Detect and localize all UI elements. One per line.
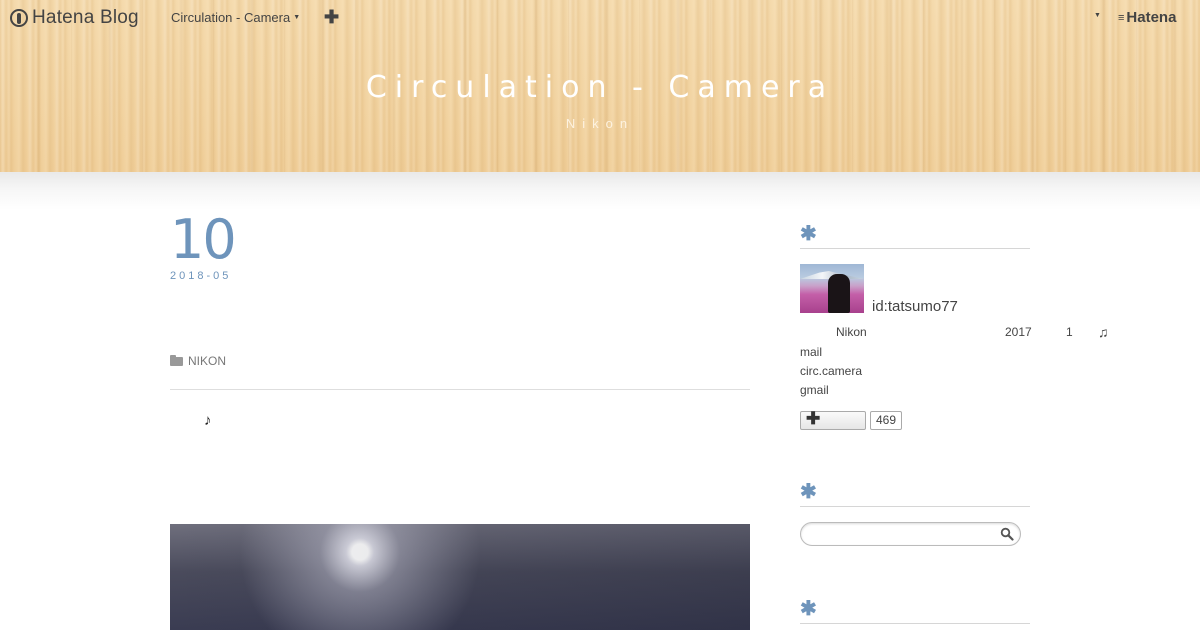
star-count[interactable]: 469 (870, 411, 903, 430)
header-shadow (0, 172, 1200, 210)
search-icon[interactable] (1000, 527, 1014, 541)
about-month: 1 (1066, 325, 1073, 339)
search-module-title: ✱ (800, 482, 1030, 507)
profile-id-link[interactable]: id:tatsumo77 (872, 298, 958, 315)
third-module-title: ✱ (800, 599, 1030, 624)
new-entry-button[interactable]: ✚ (324, 6, 339, 28)
entry-date-day[interactable]: 10 (170, 210, 237, 270)
hatena-logo-icon: ≡ (1118, 11, 1125, 24)
search-input[interactable] (811, 526, 995, 544)
category-label: NIKON (188, 354, 227, 368)
caret-down-icon: ▼ (293, 14, 301, 21)
about-year: 2017 (1005, 325, 1032, 339)
folder-icon (170, 354, 183, 366)
blog-title[interactable]: Circulation - Camera (0, 70, 1200, 105)
blog-switcher-label: Circulation - Camera (171, 10, 291, 25)
entry-category[interactable]: NIKON (170, 354, 226, 368)
profile-module-title: ✱ (800, 224, 1030, 249)
hatena-blog-logo-icon (10, 9, 28, 27)
about-note: ♫ (1098, 324, 1109, 340)
entry-date-year-month[interactable]: 2018-05 (170, 270, 231, 282)
hatena-blog-logo[interactable]: Hatena Blog (10, 7, 139, 29)
blog-description: Nikon (565, 116, 635, 131)
plus-icon: ✚ (806, 409, 821, 428)
entry-text: ♪ (204, 412, 212, 429)
entry-divider (170, 389, 750, 390)
avatar[interactable] (800, 264, 864, 313)
about-mail-user: circ.camera (800, 364, 863, 378)
logo-text: Hatena Blog (32, 7, 139, 28)
entry-photo (170, 524, 750, 630)
search-box (800, 522, 1021, 546)
about-mail-domain: gmail (800, 383, 829, 397)
about-mail-label: mail (800, 345, 823, 359)
user-menu-caret-icon[interactable]: ▼ (1094, 12, 1101, 19)
hatena-logo-text: Hatena (1126, 9, 1177, 26)
blog-switcher-menu[interactable]: Circulation - Camera ▼ (171, 10, 300, 25)
about-camera: Nikon (836, 325, 867, 339)
star-add-button[interactable]: ✚ (800, 409, 866, 430)
blog-header: Hatena Blog Circulation - Camera ▼ ✚ ▼ ≡… (0, 0, 1200, 172)
hatena-link[interactable]: ≡ Hatena (1118, 9, 1176, 26)
